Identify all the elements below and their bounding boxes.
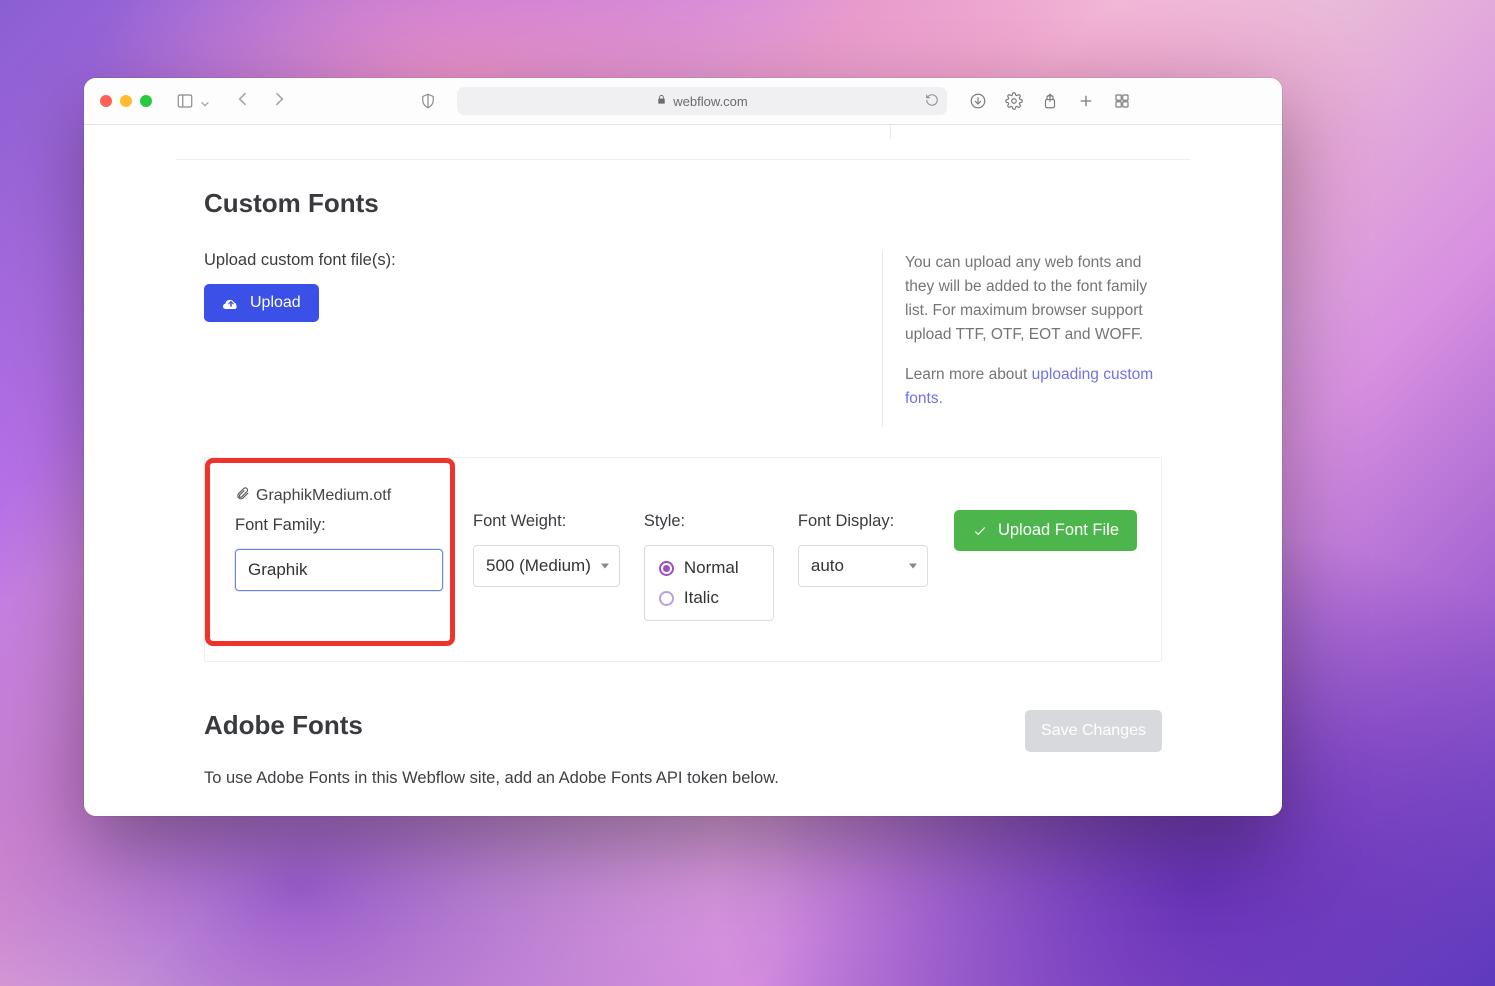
font-style-radio-group: Normal Italic	[644, 545, 774, 621]
custom-fonts-section: Custom Fonts Upload custom font file(s):…	[176, 160, 1190, 682]
sidebar-icon[interactable]	[176, 92, 194, 110]
help-learn-prefix: Learn more about	[905, 366, 1032, 383]
font-weight-select[interactable]: 500 (Medium)	[473, 545, 620, 587]
upload-label: Upload custom font file(s):	[204, 251, 842, 270]
chevron-down-icon	[909, 564, 917, 569]
fullscreen-window-button[interactable]	[140, 95, 152, 107]
adobe-fonts-title: Adobe Fonts	[204, 710, 1005, 741]
lock-icon	[656, 94, 667, 108]
font-weight-label: Font Weight:	[473, 512, 620, 531]
uploaded-file-row: GraphikMedium.otf	[235, 486, 449, 506]
upload-font-file-label: Upload Font File	[998, 521, 1119, 540]
chevron-down-icon[interactable]	[200, 96, 211, 107]
window-controls	[100, 95, 152, 107]
window-titlebar: webflow.com	[84, 78, 1282, 125]
forward-button[interactable]	[269, 89, 289, 113]
sidebar-toggle-group	[176, 92, 211, 110]
upload-button-label: Upload	[250, 294, 301, 312]
reload-icon[interactable]	[925, 93, 939, 110]
toolbar-right	[969, 92, 1131, 110]
close-window-button[interactable]	[100, 95, 112, 107]
page-content: load it. Refresh the designer if you alr…	[84, 125, 1282, 816]
font-family-label: Font Family:	[235, 516, 449, 535]
nav-arrows	[233, 89, 289, 113]
new-tab-icon[interactable]	[1077, 92, 1095, 110]
cloud-upload-icon	[222, 296, 240, 310]
adobe-fonts-description: To use Adobe Fonts in this Webflow site,…	[204, 769, 1005, 788]
gear-icon[interactable]	[1005, 92, 1023, 110]
uploaded-file-name: GraphikMedium.otf	[256, 487, 391, 505]
privacy-shield-icon[interactable]	[419, 92, 437, 110]
check-icon	[972, 524, 988, 538]
font-family-input[interactable]	[235, 549, 443, 591]
font-display-label: Font Display:	[798, 512, 928, 531]
style-italic-radio[interactable]: Italic	[659, 588, 755, 608]
back-button[interactable]	[233, 89, 253, 113]
google-fonts-help-text: load it. Refresh the designer if you alr…	[890, 125, 1190, 139]
upload-button[interactable]: Upload	[204, 284, 319, 322]
radio-unselected-icon	[659, 591, 674, 606]
custom-fonts-title: Custom Fonts	[204, 188, 1162, 219]
adobe-fonts-section: Adobe Fonts To use Adobe Fonts in this W…	[176, 682, 1190, 808]
font-style-label: Style:	[644, 512, 774, 531]
help-learn-more: Learn more about uploading custom fonts.	[905, 363, 1162, 411]
style-normal-radio[interactable]: Normal	[659, 558, 755, 578]
style-normal-label: Normal	[684, 558, 739, 578]
font-display-select[interactable]: auto	[798, 545, 928, 587]
url-text: webflow.com	[673, 94, 747, 109]
font-display-value: auto	[811, 556, 844, 575]
upload-font-file-button[interactable]: Upload Font File	[954, 510, 1137, 551]
share-icon[interactable]	[1041, 92, 1059, 110]
radio-selected-icon	[659, 561, 674, 576]
custom-fonts-help: You can upload any web fonts and they wi…	[882, 251, 1162, 427]
address-bar[interactable]: webflow.com	[457, 87, 947, 115]
tab-overview-icon[interactable]	[1113, 92, 1131, 110]
font-weight-value: 500 (Medium)	[486, 556, 591, 575]
chevron-down-icon	[601, 564, 609, 569]
save-changes-label: Save Changes	[1041, 722, 1146, 739]
browser-window: webflow.com	[84, 78, 1282, 816]
style-italic-label: Italic	[684, 588, 719, 608]
downloads-icon[interactable]	[969, 92, 987, 110]
font-upload-panel: GraphikMedium.otf Font Family: Font Weig…	[204, 457, 1162, 662]
paperclip-icon	[235, 486, 250, 506]
help-paragraph: You can upload any web fonts and they wi…	[905, 251, 1162, 347]
minimize-window-button[interactable]	[120, 95, 132, 107]
save-changes-button[interactable]: Save Changes	[1025, 710, 1162, 752]
